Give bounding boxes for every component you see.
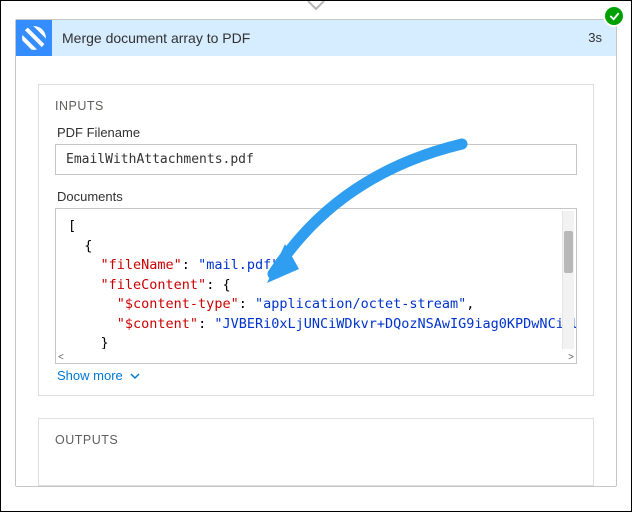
show-more-label: Show more <box>57 368 123 383</box>
inputs-section-title: INPUTS <box>55 99 577 113</box>
outputs-section: OUTPUTS <box>38 418 594 486</box>
inputs-section: INPUTS PDF Filename Documents [ { "fileN… <box>38 84 594 396</box>
action-card: Merge document array to PDF 3s INPUTS PD… <box>15 19 617 487</box>
app-icon <box>16 20 52 56</box>
json-vertical-scrollbar[interactable] <box>562 211 574 349</box>
pdf-filename-field[interactable] <box>55 144 577 175</box>
card-title: Merge document array to PDF <box>52 20 574 56</box>
flow-connector-chevron-icon <box>302 0 330 18</box>
scroll-left-icon[interactable]: < <box>58 352 64 363</box>
chevron-down-icon <box>129 370 141 382</box>
documents-label: Documents <box>57 189 577 204</box>
status-success-badge <box>605 7 623 25</box>
card-duration: 3s <box>574 20 616 56</box>
show-more-link[interactable]: Show more <box>55 364 141 385</box>
json-horizontal-scrollbar[interactable]: <> <box>58 352 574 362</box>
documents-json-text: [ { "fileName": "mail.pdf", "fileContent… <box>56 209 576 349</box>
documents-json-box[interactable]: [ { "fileName": "mail.pdf", "fileContent… <box>55 208 577 364</box>
card-header[interactable]: Merge document array to PDF 3s <box>16 19 616 56</box>
pdf-filename-label: PDF Filename <box>57 125 577 140</box>
scroll-right-icon[interactable]: > <box>568 352 574 363</box>
outputs-section-title: OUTPUTS <box>55 433 577 447</box>
scrollbar-thumb[interactable] <box>564 231 573 273</box>
